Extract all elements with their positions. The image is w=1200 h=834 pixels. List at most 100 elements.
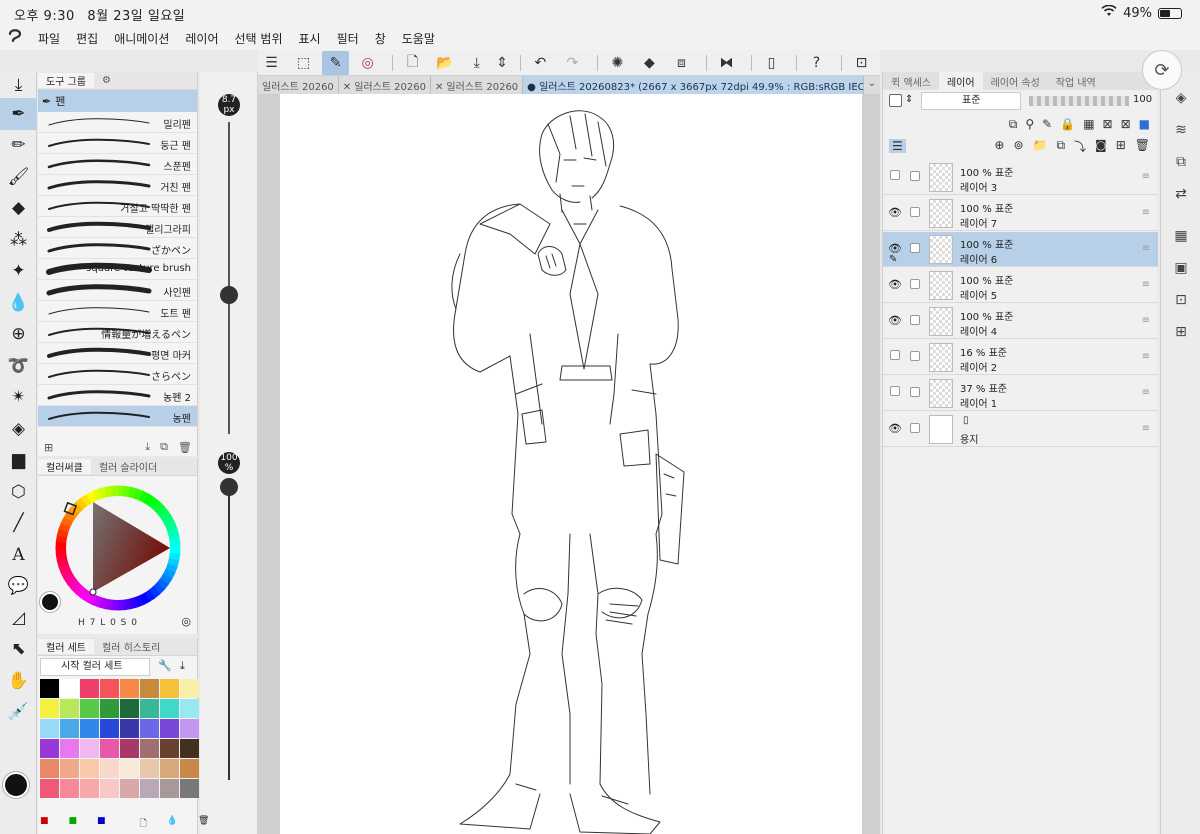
color-swatch[interactable] — [100, 699, 119, 718]
green-dot-icon[interactable]: ■ — [69, 816, 78, 832]
pen-sync-icon[interactable]: ✎ — [322, 50, 350, 75]
reference-layer-icon[interactable]: ⚲ — [1025, 117, 1034, 131]
lasso-tool-icon[interactable]: ➰ — [0, 350, 37, 382]
apply-mask-icon[interactable]: ⊞ — [1116, 138, 1126, 155]
color-swatch[interactable] — [80, 719, 99, 738]
color-swatch[interactable] — [80, 759, 99, 778]
color-swatch[interactable] — [140, 719, 159, 738]
canvas-fit-icon[interactable]: ⬚ — [290, 51, 317, 75]
color-swatch[interactable] — [40, 679, 59, 698]
subtool-settings-icon[interactable]: ⊞ — [44, 441, 53, 454]
color-swatch[interactable] — [60, 679, 79, 698]
color-swatch[interactable] — [80, 679, 99, 698]
color-mode-icon[interactable]: ◎ — [181, 615, 191, 628]
color-swatch[interactable] — [120, 759, 139, 778]
brush-item[interactable]: 스푼펜 — [38, 154, 197, 175]
mask-add-icon[interactable]: ◙ — [1095, 138, 1107, 155]
color-swatch[interactable] — [160, 699, 179, 718]
menu-view[interactable]: 표시 — [291, 30, 329, 47]
new-file-icon[interactable]: 🗋 — [399, 51, 426, 75]
airbrush-tool-icon[interactable]: ⁂ — [0, 224, 37, 256]
eye-icon[interactable]: 👁 — [888, 422, 902, 435]
brush-item[interactable]: 거친 펜 — [38, 175, 197, 196]
color-swatch[interactable] — [160, 779, 179, 798]
tab-layer-properties[interactable]: 레이어 속성 — [983, 72, 1048, 90]
subtool-group-header[interactable]: ✒ 펜 — [38, 90, 197, 112]
layer-select-checkbox[interactable] — [910, 171, 920, 181]
tab-document[interactable]: ✕ 일러스트 20260 — [431, 76, 524, 94]
color-swatch[interactable] — [160, 759, 179, 778]
close-icon[interactable]: ✕ — [343, 82, 351, 93]
menu-help[interactable]: 도움말 — [394, 30, 443, 47]
color-swatch[interactable] — [60, 699, 79, 718]
brush-tool-icon[interactable]: 🖌 — [0, 161, 37, 193]
eye-icon[interactable]: 👁 — [888, 278, 902, 291]
current-color-dot[interactable] — [40, 592, 60, 612]
stepper-icon[interactable]: ⇕ — [495, 51, 509, 75]
new-vector-layer-icon[interactable]: ⊚ — [1013, 138, 1023, 155]
layer-select-checkbox[interactable] — [910, 351, 920, 361]
layer-row[interactable]: 37 % 표준 레이어 1 ≡ — [883, 376, 1158, 411]
blend-mode-dropdown[interactable]: 표준 — [921, 92, 1021, 110]
color-swatch[interactable] — [100, 739, 119, 758]
layer-stack-icon[interactable]: ⧉ — [1161, 146, 1200, 178]
preview-icon[interactable]: ⊡ — [848, 51, 875, 75]
blue-dot-icon[interactable]: ■ — [97, 816, 106, 832]
color-swatch[interactable] — [120, 679, 139, 698]
brush-item[interactable]: さらペン — [38, 364, 197, 385]
layer-row[interactable]: 16 % 표준 레이어 2 ≡ — [883, 340, 1158, 375]
magic-wand-tool-icon[interactable]: ✴ — [0, 382, 37, 414]
drag-handle-icon[interactable]: ≡ — [1142, 243, 1150, 254]
lock-icon[interactable]: 🔒 — [1060, 117, 1075, 131]
canvas-area[interactable] — [258, 94, 880, 834]
layer-row[interactable]: 100 % 표준 레이어 3 ≡ — [883, 160, 1158, 195]
color-swatch[interactable] — [80, 739, 99, 758]
loading-icon[interactable]: ✺ — [604, 51, 631, 75]
draft-layer-icon[interactable]: ✎ — [1042, 117, 1052, 131]
layer-opacity-slider[interactable] — [1029, 96, 1129, 106]
chevron-down-icon[interactable]: ⌄ — [864, 76, 880, 94]
gradient-tool-icon[interactable]: ▆ — [0, 445, 37, 477]
close-icon[interactable]: ✕ — [435, 82, 443, 93]
blend-checkbox[interactable] — [889, 94, 902, 107]
calendar-icon[interactable]: ▦ — [1161, 220, 1200, 252]
trash-icon[interactable]: 🗑 — [198, 816, 209, 832]
color-swatch[interactable] — [40, 719, 59, 738]
color-set-dropdown[interactable]: 시작 컬러 세트 — [40, 658, 150, 676]
color-swatch[interactable] — [140, 679, 159, 698]
visibility-checkbox[interactable] — [888, 170, 902, 183]
import-icon[interactable]: ⤓ — [145, 440, 150, 454]
menu-file[interactable]: 파일 — [30, 30, 68, 47]
open-folder-icon[interactable]: 📂 — [431, 51, 458, 75]
brush-item[interactable]: 거칠고 딱딱한 펜 — [38, 196, 197, 217]
color-swatch[interactable] — [60, 759, 79, 778]
pen-tool-icon[interactable]: ✒ — [0, 98, 37, 130]
color-swatch[interactable] — [140, 699, 159, 718]
tab-color-slider[interactable]: 컬러 슬라이더 — [91, 459, 165, 474]
layer-row[interactable]: 👁 100 % 표준 레이어 4 ≡ — [883, 304, 1158, 339]
clip-icon[interactable]: ⧉ — [1009, 117, 1018, 132]
color-swatch[interactable] — [40, 699, 59, 718]
color-swatch[interactable] — [100, 719, 119, 738]
color-swatch[interactable] — [40, 739, 59, 758]
tab-document[interactable]: ✕ 일러스트 20260 — [339, 76, 431, 94]
reference-icon[interactable]: ◎ — [354, 51, 381, 75]
tab-color-set[interactable]: 컬러 세트 — [38, 639, 94, 654]
drag-handle-icon[interactable]: ≡ — [1142, 423, 1150, 434]
tab-color-history[interactable]: 컬러 히스토리 — [94, 639, 168, 654]
fill-icon[interactable]: ◆ — [636, 51, 663, 75]
layer-list-icon[interactable]: ☰ — [889, 139, 906, 153]
brush-item[interactable]: ざかペン — [38, 238, 197, 259]
brush-item[interactable]: 사인펜 — [38, 280, 197, 301]
trash-icon[interactable]: 🗑 — [1135, 138, 1150, 155]
color-swatch[interactable] — [60, 739, 79, 758]
color-swatch[interactable] — [100, 779, 119, 798]
color-swatch[interactable] — [160, 719, 179, 738]
hand-tool-icon[interactable]: ✋ — [0, 665, 37, 697]
opacity-slider-knob[interactable] — [220, 478, 238, 496]
layer-row[interactable]: 👁 ✎ 100 % 표준 레이어 6 ≡ — [883, 232, 1158, 267]
layer-row[interactable]: 👁 100 % 표준 레이어 5 ≡ — [883, 268, 1158, 303]
drag-handle-icon[interactable]: ≡ — [1142, 387, 1150, 398]
mask-toggle-icon[interactable]: ⊠ — [1121, 117, 1131, 131]
hamburger-menu-icon[interactable]: ☰ — [258, 51, 285, 75]
